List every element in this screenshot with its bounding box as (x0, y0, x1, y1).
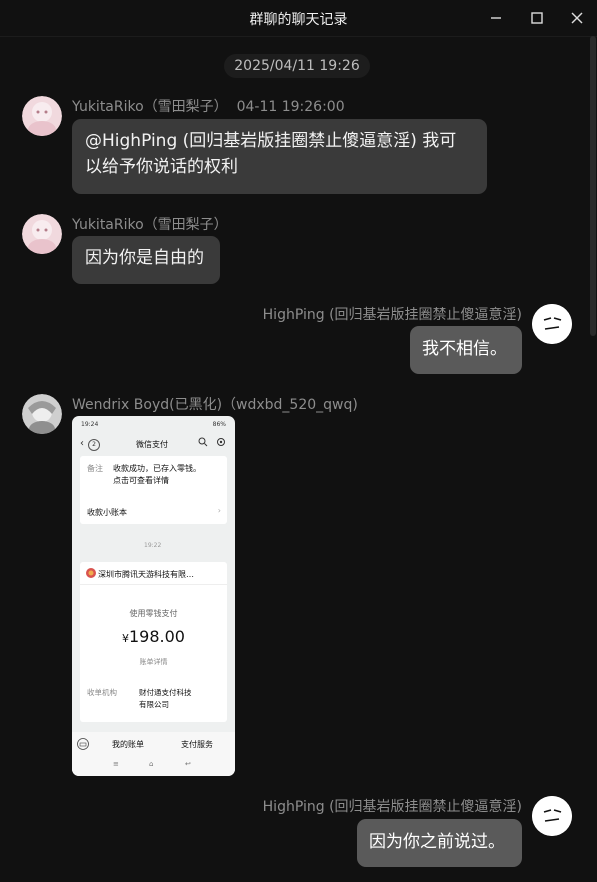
scrollbar[interactable] (590, 36, 596, 336)
note-text: 收款成功，已存入零钱。 (113, 464, 201, 473)
acquirer-name: 财付通支付科技 (139, 688, 192, 697)
merchant-logo-icon (86, 568, 96, 580)
avatar-highping[interactable] (532, 796, 572, 836)
keyboard-icon (77, 738, 89, 752)
status-battery: 86% (212, 421, 226, 428)
maximize-icon[interactable] (527, 8, 547, 28)
avatar-yukitariko[interactable] (22, 96, 62, 136)
pay-method: 使用零钱支付 (129, 609, 178, 618)
acquirer-name: 有限公司 (139, 700, 169, 709)
minimize-icon[interactable] (486, 8, 506, 28)
tab-my-bill: 我的账单 (112, 740, 144, 749)
sender-name: HighPing (回归基岩版挂圈禁止傻逼意淫) (262, 307, 522, 323)
message-bubble[interactable]: 因为你之前说过。 (357, 819, 522, 867)
sender-name: YukitaRiko（雪田梨子） 04-11 19:26:00 (72, 99, 345, 115)
avatar-highping[interactable] (532, 304, 572, 344)
time-divider: 2025/04/11 19:26 (224, 54, 370, 78)
time-divider: 19:22 (144, 542, 162, 549)
payment-screenshot-image[interactable]: 19:24 86% ‹ 2 微信支付 备注 收款成功，已存入零钱。 点击可查看详… (72, 416, 235, 776)
back-badge: 2 (88, 439, 100, 451)
acquirer-label: 收单机构 (87, 688, 117, 697)
message-bubble[interactable]: 我不相信。 (410, 326, 522, 374)
avatar-yukitariko[interactable] (22, 214, 62, 254)
notice-card: 备注 收款成功，已存入零钱。 点击可查看详情 收款小账本 › (80, 456, 227, 524)
close-icon[interactable] (567, 8, 587, 28)
ledger-link: 收款小账本 (87, 508, 127, 517)
back-nav-icon: ↩ (185, 760, 191, 768)
note-text: 点击可查看详情 (113, 476, 169, 485)
sender-name: HighPing (回归基岩版挂圈禁止傻逼意淫) (262, 799, 522, 815)
gear-icon (216, 437, 226, 449)
header-title: 微信支付 (136, 440, 168, 449)
status-time: 19:24 (81, 421, 99, 428)
merchant-name: 深圳市腾讯天游科技有限… (98, 570, 194, 579)
title-bar: 群聊的聊天记录 (0, 0, 597, 37)
tab-pay-service: 支付服务 (181, 740, 213, 749)
message-time: 04-11 19:26:00 (236, 99, 345, 115)
sender-name: Wendrix Boyd(已黑化)（wdxbd_520_qwq) (72, 397, 358, 413)
chevron-right-icon: › (217, 506, 221, 515)
sender-name: YukitaRiko（雪田梨子） (72, 217, 228, 233)
payment-card: 深圳市腾讯天游科技有限… 使用零钱支付 ¥198.00 账单详情 收单机构 财付… (80, 562, 227, 722)
avatar-wendrix[interactable] (22, 394, 62, 434)
note-label: 备注 (87, 464, 103, 473)
search-icon (198, 437, 208, 449)
menu-icon: ≡ (113, 760, 119, 768)
message-bubble[interactable]: @HighPing (回归基岩版挂圈禁止傻逼意淫) 我可 以给予你说话的权利 (72, 119, 487, 194)
home-icon: ⌂ (149, 760, 154, 768)
message-bubble[interactable]: 因为你是自由的 (72, 236, 220, 284)
back-icon: ‹ (80, 438, 84, 449)
window-title: 群聊的聊天记录 (249, 12, 348, 28)
detail-link: 账单详情 (139, 658, 168, 666)
amount: ¥198.00 (122, 627, 185, 646)
